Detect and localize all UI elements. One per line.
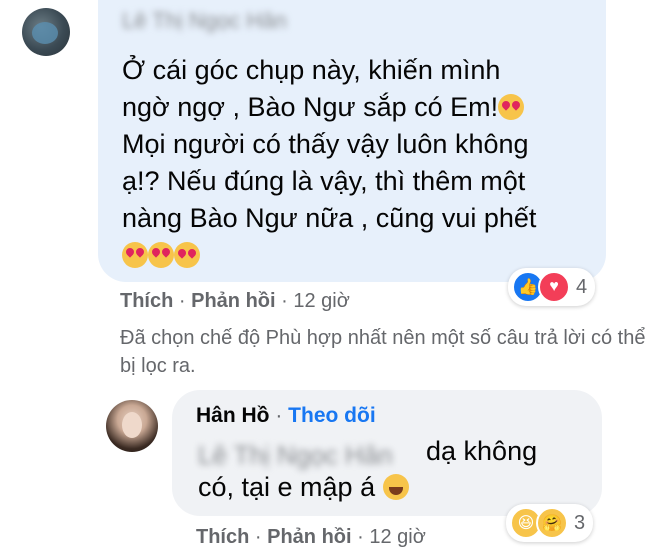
filter-notice: Đã chọn chế độ Phù hợp nhất nên một số c… bbox=[120, 327, 646, 377]
separator-dot: · bbox=[254, 526, 268, 548]
rolling-laughing-icon bbox=[382, 474, 409, 500]
reply-actions: Thích · Phản hồi · 12 giờ bbox=[196, 526, 426, 549]
mention-blurred: Lê Thị Ngọc Hân bbox=[198, 440, 393, 470]
comment-line-5: nàng Bào Ngư nữa , cũng vui phết bbox=[122, 203, 537, 233]
comment-text: Ở cái góc chụp này, khiến mình ngờ ngợ ,… bbox=[122, 52, 592, 274]
follow-button[interactable]: Theo dõi bbox=[288, 404, 376, 427]
reply-text-line2: có, tại e mập á bbox=[198, 472, 409, 503]
separator-dot: · bbox=[275, 404, 289, 427]
avatar-image bbox=[32, 22, 58, 44]
comment-line-3: Mọi người có thấy vậy luôn không bbox=[122, 129, 529, 159]
reaction-count: 4 bbox=[576, 275, 588, 298]
comment-line-1: Ở cái góc chụp này, khiến mình bbox=[122, 55, 501, 85]
reply-button[interactable]: Phản hồi bbox=[267, 526, 351, 548]
reply-text-part2: có, tại e mập á bbox=[198, 472, 376, 502]
like-button[interactable]: Thích bbox=[196, 526, 249, 548]
reply-text-part1: dạ không bbox=[426, 436, 538, 466]
commenter-avatar[interactable] bbox=[22, 8, 70, 56]
comment-actions: Thích · Phản hồi · 12 giờ bbox=[120, 290, 350, 313]
smiling-face-with-hearts-icon bbox=[498, 94, 525, 120]
care-icon: 🤗 bbox=[536, 507, 568, 539]
reply-avatar[interactable] bbox=[106, 400, 158, 452]
separator-dot: · bbox=[281, 290, 294, 312]
reply-author-name[interactable]: Hân Hồ bbox=[196, 404, 270, 427]
separator-dot: · bbox=[357, 526, 370, 548]
comment-line-2: ngờ ngợ , Bào Ngư sắp có Em! bbox=[122, 92, 499, 122]
heart-eyes-icon bbox=[122, 242, 148, 268]
heart-eyes-icon bbox=[148, 242, 174, 268]
reply-reactions[interactable]: 😆 🤗 3 bbox=[506, 504, 594, 542]
love-icon: ♥ bbox=[538, 271, 570, 303]
avatar-image bbox=[122, 412, 142, 438]
reply-author-line: Hân Hồ · Theo dõi bbox=[196, 404, 376, 428]
comment-reactions[interactable]: 👍 ♥ 4 bbox=[508, 268, 596, 306]
like-button[interactable]: Thích bbox=[120, 290, 173, 312]
comment-timestamp[interactable]: 12 giờ bbox=[293, 290, 349, 312]
commenter-name-blurred: Lê Thị Ngọc Hân bbox=[122, 8, 287, 33]
reply-timestamp[interactable]: 12 giờ bbox=[369, 526, 425, 548]
separator-dot: · bbox=[178, 290, 192, 312]
reaction-count: 3 bbox=[574, 511, 586, 534]
comment-line-4: ạ!? Nếu đúng là vậy, thì thêm một bbox=[122, 166, 526, 196]
smiling-face-with-hearts-icon bbox=[174, 242, 200, 268]
reply-button[interactable]: Phản hồi bbox=[191, 290, 275, 312]
